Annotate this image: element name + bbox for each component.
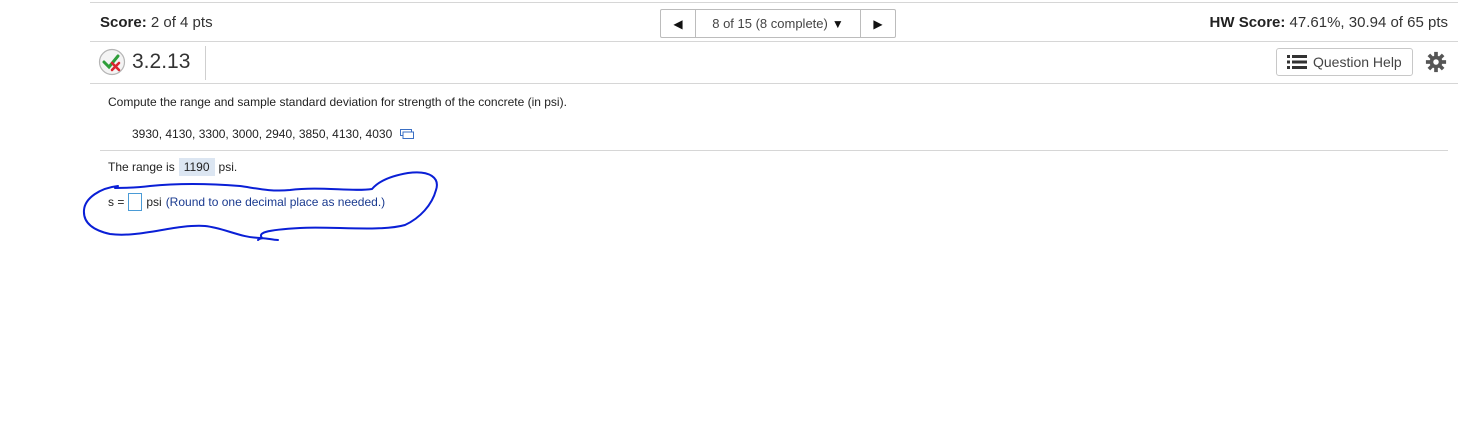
content-divider	[100, 150, 1448, 151]
page: Score: 2 of 4 pts ◀ 8 of 15 (8 complete)…	[0, 0, 1458, 424]
std-dev-input[interactable]	[128, 193, 143, 211]
dropdown-caret-icon: ▼	[831, 16, 844, 31]
hw-score-label: HW Score:	[1209, 14, 1286, 31]
range-answer-value: 1190	[178, 158, 215, 176]
score-bar: Score: 2 of 4 pts ◀ 8 of 15 (8 complete)…	[90, 2, 1458, 42]
prev-question-button[interactable]: ◀	[661, 10, 696, 37]
data-values: 3930, 4130, 3300, 3000, 2940, 3850, 4130…	[132, 127, 415, 141]
range-prefix: The range is	[108, 160, 175, 174]
question-help-label: Question Help	[1313, 54, 1402, 70]
range-answer-line: The range is 1190 psi.	[108, 158, 237, 176]
data-values-text: 3930, 4130, 3300, 3000, 2940, 3850, 4130…	[132, 127, 393, 141]
gear-icon[interactable]	[1425, 51, 1447, 73]
question-select-label: 8 of 15 (8 complete)	[712, 16, 828, 31]
score-label: Score:	[100, 14, 147, 31]
list-icon	[1287, 55, 1307, 69]
prev-arrow-icon: ◀	[673, 16, 683, 31]
hw-score: HW Score: 47.61%, 30.94 of 65 pts	[1210, 14, 1448, 31]
next-arrow-icon: ▶	[873, 16, 883, 31]
score-value: 2 of 4 pts	[150, 14, 213, 31]
question-select[interactable]: 8 of 15 (8 complete) ▼	[696, 10, 860, 37]
next-question-button[interactable]: ▶	[860, 10, 895, 37]
question-number: 3.2.13	[132, 50, 191, 73]
question-header: 3.2.13 Question Help	[90, 42, 1458, 84]
status-partial-icon	[98, 48, 126, 76]
question-help-button[interactable]: Question Help	[1276, 48, 1413, 76]
std-dev-answer-line: s = psi (Round to one decimal place as n…	[108, 193, 385, 211]
rounding-hint: (Round to one decimal place as needed.)	[165, 195, 386, 209]
score: Score: 2 of 4 pts	[100, 14, 213, 31]
question-navigator: ◀ 8 of 15 (8 complete) ▼ ▶	[660, 9, 896, 38]
hw-score-value: 47.61%, 30.94 of 65 pts	[1289, 14, 1448, 31]
data-copy-icon[interactable]	[400, 129, 415, 139]
header-divider	[205, 46, 206, 80]
range-suffix: psi.	[218, 160, 238, 174]
s-prefix: s =	[108, 195, 125, 209]
question-prompt: Compute the range and sample standard de…	[108, 95, 567, 109]
s-suffix: psi	[146, 195, 162, 209]
